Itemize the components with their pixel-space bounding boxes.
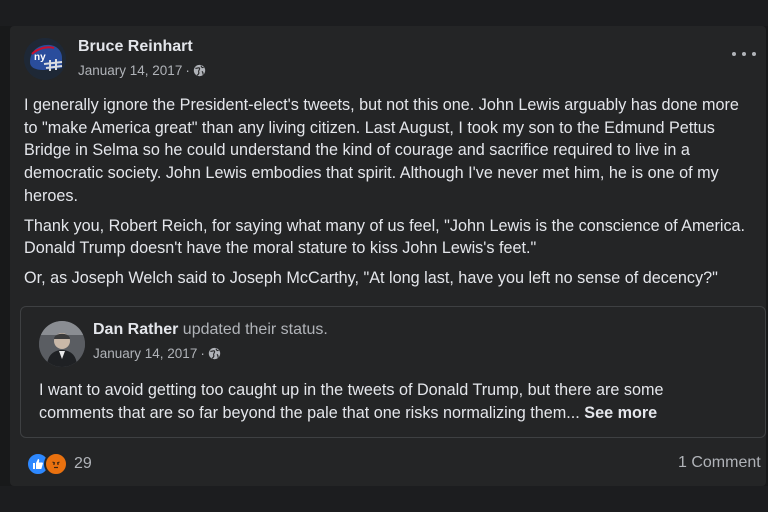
globe-icon xyxy=(193,64,206,77)
shared-post-text: I want to avoid getting too caught up in… xyxy=(39,379,739,425)
reactions-summary[interactable]: 29 xyxy=(26,452,92,476)
more-options-icon xyxy=(752,52,756,56)
shared-post[interactable]: Dan Rather updated their status. January… xyxy=(20,306,766,438)
giants-helmet-icon: ny xyxy=(24,38,66,80)
bottom-bar xyxy=(0,486,768,512)
post-meta: January 14, 2017 · xyxy=(78,63,206,78)
post-date[interactable]: January 14, 2017 xyxy=(78,63,182,78)
shared-author-line: Dan Rather updated their status. xyxy=(93,321,328,339)
more-options-icon xyxy=(742,52,746,56)
shared-author-name[interactable]: Dan Rather xyxy=(93,321,178,338)
svg-text:ny: ny xyxy=(34,52,46,63)
shared-post-date[interactable]: January 14, 2017 xyxy=(93,346,197,361)
globe-icon xyxy=(208,347,221,360)
shared-action-text: updated their status. xyxy=(178,321,328,338)
meta-separator: · xyxy=(200,346,205,361)
author-avatar[interactable]: ny xyxy=(24,38,66,80)
meta-separator: · xyxy=(185,63,190,78)
post-author[interactable]: Bruce Reinhart xyxy=(78,38,193,56)
see-more-link[interactable]: See more xyxy=(584,404,657,422)
shared-post-meta: January 14, 2017 · xyxy=(93,346,221,361)
person-portrait-icon xyxy=(39,321,85,367)
post-paragraph: Or, as Joseph Welch said to Joseph McCar… xyxy=(24,268,718,287)
reaction-count: 29 xyxy=(74,455,92,472)
post-card: ny Bruce Reinhart January 14, 2017 · I g… xyxy=(10,26,766,486)
more-options-icon xyxy=(732,52,736,56)
post-paragraph: Thank you, Robert Reich, for saying what… xyxy=(24,216,746,258)
more-options-button[interactable] xyxy=(732,44,756,64)
post-body: I generally ignore the President-elect's… xyxy=(24,94,754,297)
comments-count-link[interactable]: 1 Comment xyxy=(678,454,761,472)
shared-post-body: I want to avoid getting too caught up in… xyxy=(39,381,664,422)
shared-author-avatar[interactable] xyxy=(39,321,85,367)
top-bar xyxy=(0,0,768,26)
angry-icon xyxy=(44,452,68,476)
post-paragraph: I generally ignore the President-elect's… xyxy=(24,96,739,205)
